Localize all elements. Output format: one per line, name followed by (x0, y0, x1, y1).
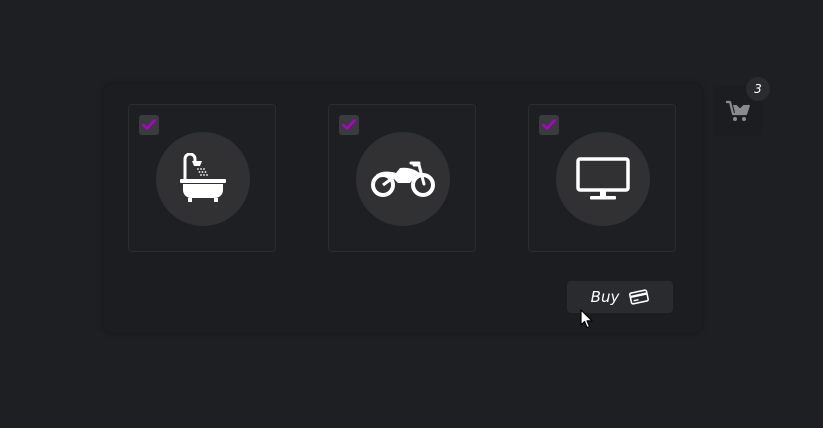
product-checkbox[interactable] (139, 115, 159, 135)
product-panel: Buy (104, 84, 702, 333)
product-checkbox[interactable] (539, 115, 559, 135)
checkmark-icon (142, 119, 156, 130)
cart-count-badge: 3 (746, 77, 770, 101)
product-card-motorcycle[interactable] (328, 104, 476, 252)
product-icon-circle (556, 132, 650, 226)
product-icon-circle (156, 132, 250, 226)
checkmark-icon (542, 119, 556, 130)
motorcycle-icon (371, 161, 435, 197)
product-card-monitor[interactable] (528, 104, 676, 252)
product-checkbox[interactable] (339, 115, 359, 135)
product-card-bathtub[interactable] (128, 104, 276, 252)
checkmark-icon (342, 119, 356, 130)
credit-card-icon (629, 289, 650, 305)
monitor-icon (576, 157, 630, 200)
cart-download-icon (726, 100, 751, 121)
mouse-cursor-icon (580, 309, 593, 329)
buy-button-label: Buy (590, 288, 620, 306)
product-icon-circle (356, 132, 450, 226)
bathtub-icon (180, 153, 226, 202)
